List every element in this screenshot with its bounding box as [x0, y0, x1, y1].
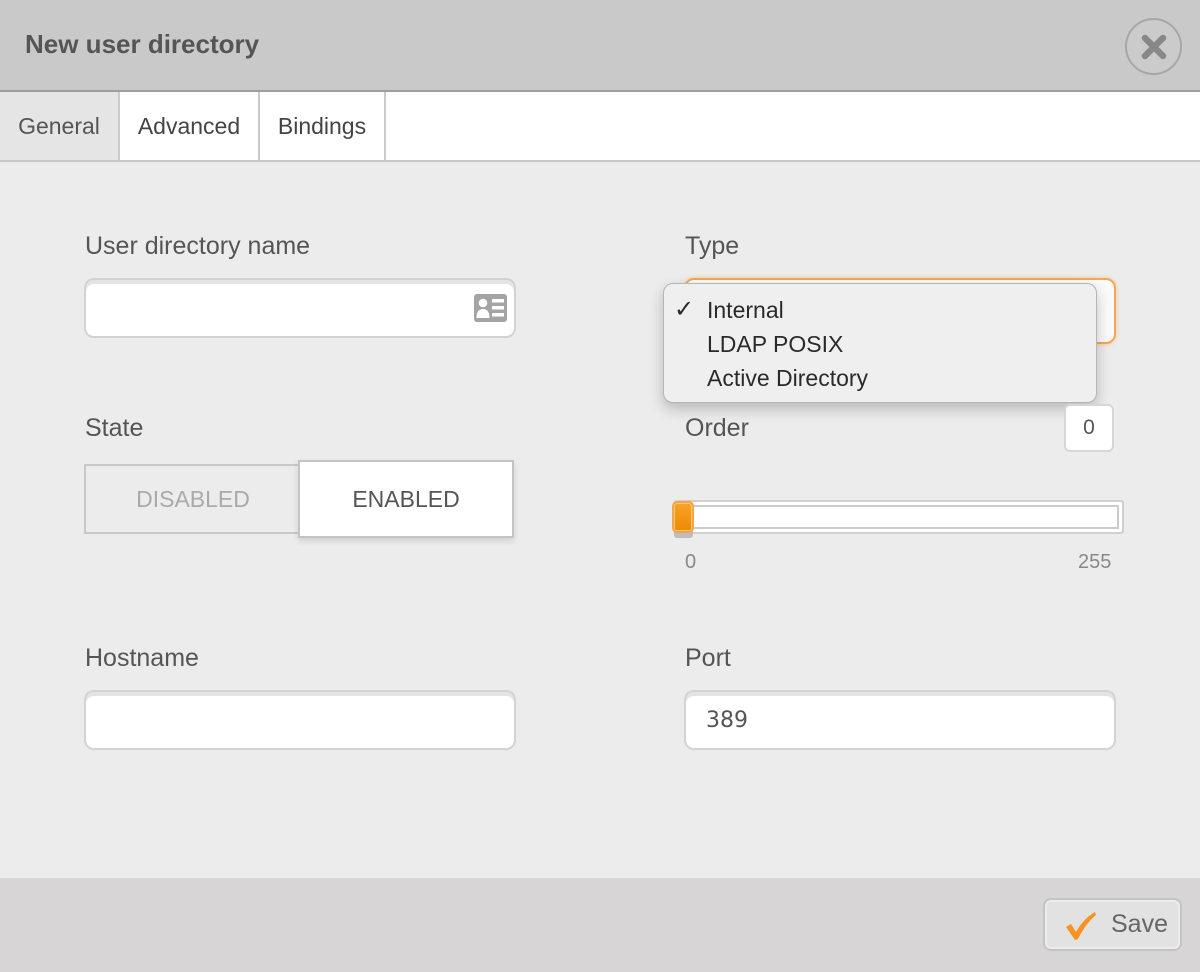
order-value-input[interactable]: 0	[1064, 404, 1114, 452]
save-button[interactable]: Save	[1043, 898, 1182, 951]
slider-max-label: 255	[1078, 551, 1112, 573]
directory-name-input[interactable]	[84, 278, 516, 338]
type-option-active-directory[interactable]: Active Directory	[664, 363, 1096, 397]
tab-bindings[interactable]: Bindings	[260, 92, 386, 160]
order-label: Order	[685, 414, 749, 442]
option-label: Internal	[707, 297, 784, 323]
state-label: State	[85, 414, 144, 442]
tab-general[interactable]: General	[0, 92, 120, 160]
state-disabled-button[interactable]: DISABLED	[84, 464, 302, 534]
state-enabled-button[interactable]: ENABLED	[298, 460, 514, 538]
save-label: Save	[1111, 910, 1168, 938]
option-label: Active Directory	[707, 365, 869, 391]
order-slider-track[interactable]	[674, 500, 1124, 534]
checkmark-icon: ✓	[674, 296, 695, 323]
hostname-label: Hostname	[85, 644, 199, 672]
hostname-input[interactable]	[84, 690, 516, 750]
port-input[interactable]: 389	[684, 690, 1116, 750]
dialog-header: New user directory	[0, 0, 1200, 92]
dialog-footer	[0, 878, 1200, 972]
close-icon	[1141, 34, 1166, 59]
type-option-internal[interactable]: ✓ Internal	[664, 295, 1096, 329]
slider-min-label: 0	[685, 551, 697, 573]
checkmark-icon	[1066, 911, 1096, 940]
type-option-ldap-posix[interactable]: LDAP POSIX	[664, 329, 1096, 363]
port-label: Port	[685, 644, 731, 672]
type-label: Type	[685, 232, 740, 260]
tab-advanced[interactable]: Advanced	[120, 92, 260, 160]
type-dropdown-menu: ✓ Internal LDAP POSIX Active Directory	[663, 283, 1097, 403]
tab-bar: General Advanced Bindings	[0, 92, 1200, 162]
option-label: LDAP POSIX	[707, 331, 844, 357]
dialog-title: New user directory	[25, 29, 260, 59]
contact-card-icon	[474, 294, 507, 327]
order-slider-handle[interactable]	[672, 501, 694, 533]
close-button[interactable]	[1125, 18, 1182, 75]
directory-name-label: User directory name	[85, 232, 311, 260]
